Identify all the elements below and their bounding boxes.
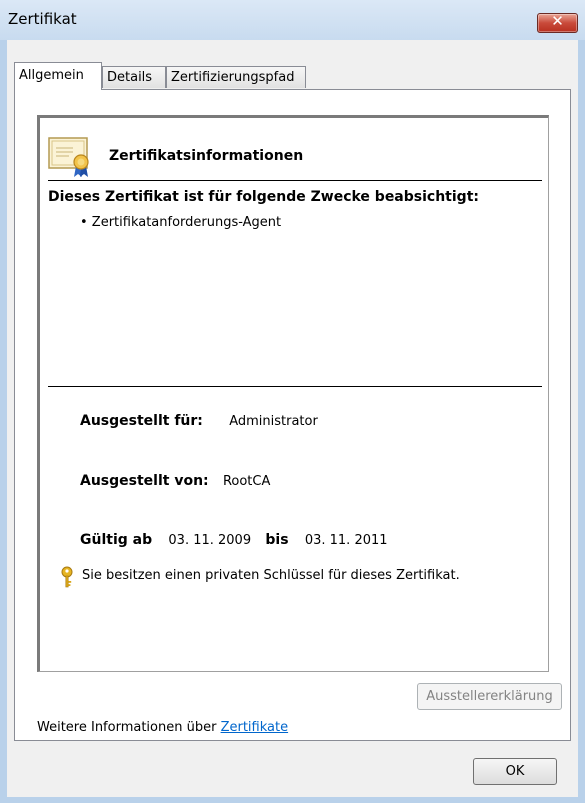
certificate-info-box: Zertifikatsinformationen Dieses Zertifik… bbox=[37, 115, 549, 672]
window-title: Zertifikat bbox=[8, 10, 77, 28]
divider-bottom bbox=[48, 386, 542, 387]
private-key-note: Sie besitzen einen privaten Schlüssel fü… bbox=[82, 568, 460, 583]
info-title: Zertifikatsinformationen bbox=[109, 148, 304, 164]
tab-details[interactable]: Details bbox=[102, 66, 166, 88]
issued-by-row: Ausgestellt von: RootCA bbox=[80, 473, 270, 489]
certificate-dialog: Zertifikat ✕ Allgemein Details Zertifizi… bbox=[0, 0, 585, 803]
valid-from-value: 03. 11. 2009 bbox=[168, 533, 252, 548]
dialog-footer: OK bbox=[7, 741, 578, 797]
issued-to-value: Administrator bbox=[229, 414, 318, 429]
close-icon: ✕ bbox=[551, 12, 564, 30]
tab-allgemein[interactable]: Allgemein bbox=[14, 62, 102, 90]
ok-button[interactable]: OK bbox=[473, 758, 557, 785]
tab-panel-general: Zertifikatsinformationen Dieses Zertifik… bbox=[14, 89, 571, 741]
certificate-icon bbox=[48, 137, 89, 177]
issuer-statement-button[interactable]: Ausstellererklärung bbox=[417, 683, 562, 710]
issued-by-label: Ausgestellt von: bbox=[80, 473, 209, 489]
validity-row: Gültig ab 03. 11. 2009 bis 03. 11. 2011 bbox=[80, 532, 388, 548]
more-info: Weitere Informationen über Zertifikate bbox=[37, 720, 288, 735]
title-bar[interactable]: Zertifikat ✕ bbox=[0, 0, 585, 40]
valid-from-label: Gültig ab bbox=[80, 532, 153, 548]
key-icon bbox=[61, 566, 73, 588]
valid-to-value: 03. 11. 2011 bbox=[304, 533, 388, 548]
issued-to-label: Ausgestellt für: bbox=[80, 413, 203, 429]
tab-zertifizierungspfad[interactable]: Zertifizierungspfad bbox=[166, 66, 306, 88]
dialog-body: Allgemein Details Zertifizierungspfad Ze… bbox=[7, 40, 578, 797]
close-button[interactable]: ✕ bbox=[537, 12, 578, 33]
issued-by-value: RootCA bbox=[222, 474, 271, 489]
more-info-text: Weitere Informationen über bbox=[37, 720, 221, 735]
purpose-heading: Dieses Zertifikat ist für folgende Zweck… bbox=[48, 189, 479, 205]
certificates-link[interactable]: Zertifikate bbox=[221, 720, 289, 735]
valid-to-label: bis bbox=[265, 532, 289, 548]
issued-to-row: Ausgestellt für: Administrator bbox=[80, 413, 318, 429]
divider-top bbox=[48, 180, 542, 181]
purpose-item: • Zertifikatanforderungs-Agent bbox=[80, 215, 282, 230]
